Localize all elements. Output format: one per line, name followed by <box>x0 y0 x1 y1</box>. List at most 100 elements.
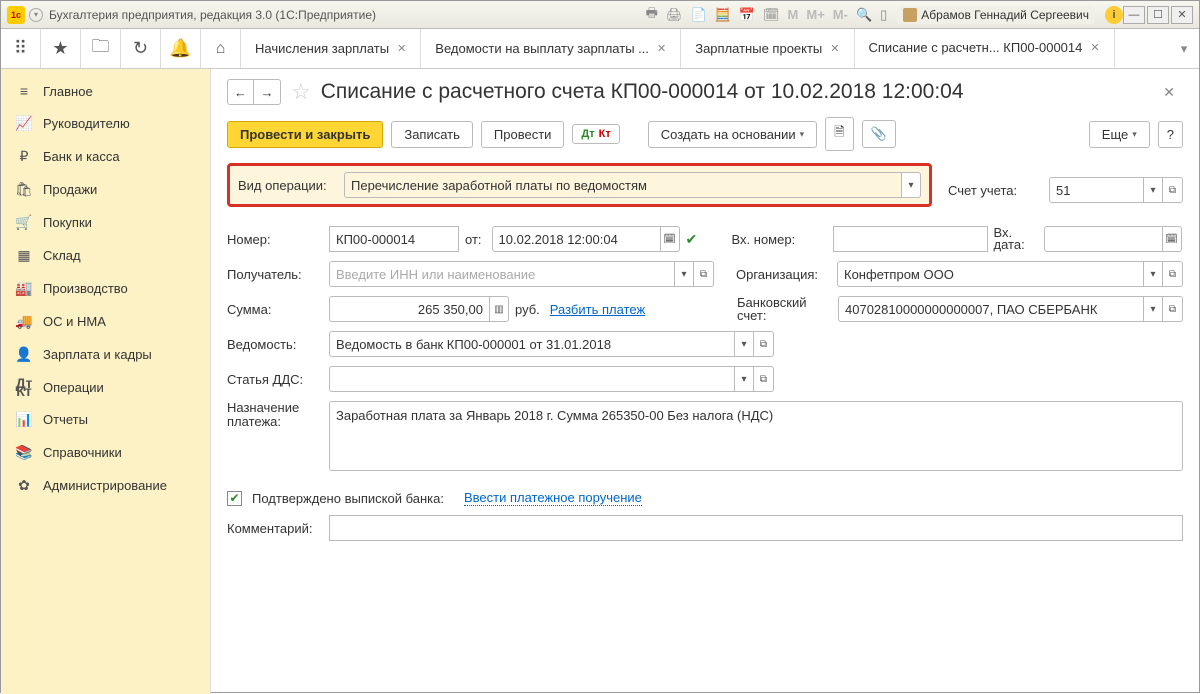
app-menu-dropdown[interactable]: ▾ <box>29 8 43 22</box>
open-button[interactable]: ⧉ <box>694 261 714 287</box>
tab-label: Зарплатные проекты <box>695 41 822 56</box>
sidebar-item-production[interactable]: 🏭Производство <box>1 272 210 305</box>
history-icon[interactable]: ↻ <box>121 29 161 68</box>
tab-label: Начисления зарплаты <box>255 41 389 56</box>
nav-history: ← → <box>227 79 281 105</box>
close-tab-icon[interactable]: ✕ <box>397 42 406 55</box>
home-icon[interactable]: ⌂ <box>201 29 241 68</box>
comment-input[interactable] <box>329 515 1183 541</box>
sidebar-item-catalogs[interactable]: 📚Справочники <box>1 436 210 469</box>
close-tab-icon[interactable]: ✕ <box>830 42 839 55</box>
open-button[interactable]: ⧉ <box>1163 296 1183 322</box>
purpose-textarea[interactable]: Заработная плата за Январь 2018 г. Сумма… <box>329 401 1183 471</box>
open-button[interactable]: ⧉ <box>754 331 774 357</box>
confirmed-checkbox[interactable]: ✔ <box>227 491 242 506</box>
post-button[interactable]: Провести <box>481 121 565 148</box>
recipient-input[interactable]: Введите ИНН или наименование <box>329 261 674 287</box>
calendar-icon[interactable]: 📅 <box>739 7 755 23</box>
sidebar-item-admin[interactable]: ✿Администрирование <box>1 469 210 502</box>
truck-icon: 🚚 <box>15 313 33 330</box>
amount-input[interactable]: 265 350,00 <box>329 296 489 322</box>
help-button[interactable]: ? <box>1158 121 1183 148</box>
post-and-close-button[interactable]: Провести и закрыть <box>227 121 383 148</box>
date-input[interactable]: 10.02.2018 12:00:04 <box>492 226 660 252</box>
close-tab-icon[interactable]: ✕ <box>1090 41 1099 54</box>
m-minus-btn[interactable]: M- <box>833 7 848 22</box>
maximize-button[interactable]: ☐ <box>1147 6 1169 24</box>
dropdown-button[interactable]: ▾ <box>674 261 694 287</box>
open-button[interactable]: ⧉ <box>754 366 774 392</box>
sidebar-item-warehouse[interactable]: ▦Склад <box>1 239 210 272</box>
tab-withdrawal[interactable]: Списание с расчетн... КП00-000014 ✕ <box>855 29 1115 68</box>
panel-icon[interactable]: ▯ <box>880 7 887 23</box>
minimize-button[interactable]: — <box>1123 6 1145 24</box>
sidebar-item-assets[interactable]: 🚚ОС и НМА <box>1 305 210 338</box>
user-badge[interactable]: Абрамов Геннадий Сергеевич <box>897 6 1095 24</box>
forward-button[interactable]: → <box>254 80 280 104</box>
dropdown-button[interactable]: ▾ <box>734 366 754 392</box>
favorites-icon[interactable]: ★ <box>41 29 81 68</box>
sidebar-item-bank[interactable]: ₽Банк и касса <box>1 140 210 173</box>
calendar-button-icon[interactable]: 🗓 <box>1162 226 1182 252</box>
in-number-input[interactable] <box>833 226 988 252</box>
print-icon[interactable]: 🖨 <box>666 7 683 23</box>
sidebar-item-manager[interactable]: 📈Руководителю <box>1 107 210 140</box>
more-button[interactable]: Еще▾ <box>1089 121 1150 148</box>
m-plus-btn[interactable]: M+ <box>806 7 824 22</box>
apps-icon[interactable]: ⠿ <box>1 29 41 68</box>
purpose-label: Назначение платежа: <box>227 401 323 429</box>
close-tab-icon[interactable]: ✕ <box>657 42 666 55</box>
account-input[interactable]: 51 <box>1049 177 1143 203</box>
sidebar-item-main[interactable]: ≡Главное <box>1 75 210 107</box>
split-payment-link[interactable]: Разбить платеж <box>550 302 645 317</box>
dtkt-button[interactable]: ДтКт <box>572 124 619 144</box>
sidebar-item-salary[interactable]: 👤Зарплата и кадры <box>1 338 210 371</box>
close-document-icon[interactable]: ✕ <box>1155 84 1183 101</box>
doc-icon[interactable]: 📄 <box>690 7 706 23</box>
tab-accruals[interactable]: Начисления зарплаты ✕ <box>241 29 421 68</box>
notifications-icon[interactable]: 🔔 <box>161 29 201 68</box>
search-icon[interactable]: 🔍 <box>856 7 872 23</box>
open-button[interactable]: ⧉ <box>1163 261 1183 287</box>
calendar-button-icon[interactable]: 🗓 <box>660 226 680 252</box>
dropdown-button[interactable]: ▾ <box>901 172 921 198</box>
dropdown-button[interactable]: ▾ <box>1143 177 1163 203</box>
person-icon: 👤 <box>15 346 33 363</box>
report-icon-button[interactable]: 🗎 <box>825 117 853 151</box>
sidebar-item-purchases[interactable]: 🛒Покупки <box>1 206 210 239</box>
clipboard-icon[interactable]: 🗀 <box>81 29 121 68</box>
open-button[interactable]: ⧉ <box>1163 177 1183 203</box>
close-window-button[interactable]: ✕ <box>1171 6 1193 24</box>
dropdown-button[interactable]: ▾ <box>1143 261 1163 287</box>
calc-icon[interactable]: 🧮 <box>715 7 731 23</box>
tab-label: Ведомости на выплату зарплаты ... <box>435 41 649 56</box>
dropdown-button[interactable]: ▾ <box>734 331 754 357</box>
back-button[interactable]: ← <box>228 80 254 104</box>
operation-type-input[interactable]: Перечисление заработной платы по ведомос… <box>344 172 901 198</box>
in-date-input[interactable] <box>1044 226 1162 252</box>
print-preview-icon[interactable]: 🖶 <box>646 4 658 26</box>
calc-button-icon[interactable]: ▥ <box>489 296 509 322</box>
create-based-button[interactable]: Создать на основании▾ <box>648 121 817 148</box>
amount-label: Сумма: <box>227 302 323 317</box>
date-icon[interactable]: 🗓 <box>763 7 780 23</box>
tabs-overflow-icon[interactable]: ▾ <box>1169 29 1199 68</box>
sidebar-item-sales[interactable]: 🛍Продажи <box>1 173 210 206</box>
organization-input[interactable]: Конфетпром ООО <box>837 261 1143 287</box>
attachment-icon-button[interactable]: 📎 <box>862 120 896 148</box>
dds-input[interactable] <box>329 366 734 392</box>
save-button[interactable]: Записать <box>391 121 473 148</box>
dropdown-button[interactable]: ▾ <box>1143 296 1163 322</box>
bank-account-input[interactable]: 40702810000000000007, ПАО СБЕРБАНК <box>838 296 1143 322</box>
statement-input[interactable]: Ведомость в банк КП00-000001 от 31.01.20… <box>329 331 734 357</box>
sidebar-item-reports[interactable]: 📊Отчеты <box>1 403 210 436</box>
favorite-star-icon[interactable]: ☆ <box>291 79 311 105</box>
m-btn[interactable]: M <box>788 7 799 22</box>
sidebar-item-operations[interactable]: ДтКтОперации <box>1 371 210 403</box>
number-input[interactable]: КП00-000014 <box>329 226 459 252</box>
tab-payrolls[interactable]: Ведомости на выплату зарплаты ... ✕ <box>421 29 681 68</box>
enter-order-link[interactable]: Ввести платежное поручение <box>464 490 642 506</box>
tab-salary-projects[interactable]: Зарплатные проекты ✕ <box>681 29 854 68</box>
info-icon[interactable]: i <box>1105 6 1123 24</box>
amount-currency: руб. <box>515 302 540 317</box>
